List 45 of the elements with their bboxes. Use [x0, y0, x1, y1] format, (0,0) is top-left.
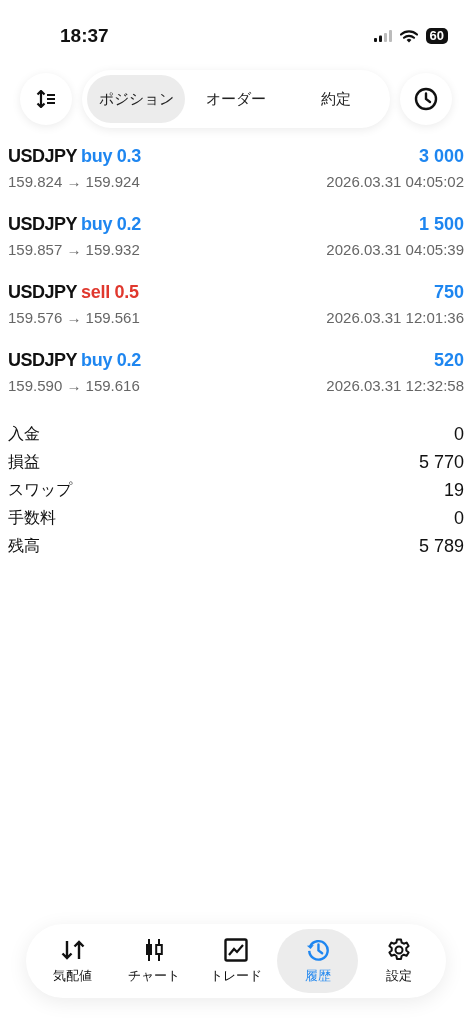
- price-range: 159.576 → 159.561: [8, 309, 140, 326]
- tab[interactable]: 約定: [287, 75, 385, 123]
- symbol: USDJPY: [8, 282, 78, 303]
- summary-value: 5 770: [418, 451, 464, 473]
- wifi-icon: [399, 29, 418, 43]
- price-range: 159.857 → 159.932: [8, 241, 140, 258]
- summary-value: 0: [454, 507, 464, 529]
- summary-label: スワップ: [8, 479, 72, 501]
- trade-direction: buy 0.2: [81, 350, 141, 371]
- nav-tab[interactable]: 気配値: [32, 929, 114, 993]
- summary-value: 19: [443, 479, 464, 501]
- trade-time: 2026.03.31 04:05:39: [326, 241, 464, 258]
- sort-icon: [36, 90, 56, 108]
- trade-direction: buy 0.2: [81, 214, 141, 235]
- status-time: 18:37: [60, 25, 109, 47]
- summary-label: 損益: [8, 451, 40, 473]
- symbol: USDJPY: [8, 146, 78, 167]
- line-chart-icon: [223, 937, 249, 962]
- battery-level: 60: [425, 28, 448, 44]
- profit: 3 000: [418, 146, 464, 167]
- trade-time: 2026.03.31 12:01:36: [326, 309, 464, 326]
- summary-value: 0: [454, 423, 464, 445]
- price-range: 159.590 → 159.616: [8, 377, 140, 394]
- profit: 1 500: [418, 214, 464, 235]
- nav-tab[interactable]: 設定: [358, 929, 440, 993]
- price-range: 159.824 → 159.924: [8, 173, 140, 190]
- tab[interactable]: ポジション: [87, 75, 185, 123]
- profit: 750: [433, 282, 464, 303]
- summary-label: 残高: [8, 535, 40, 557]
- trade-time: 2026.03.31 12:32:58: [326, 377, 464, 394]
- clock-icon: [414, 87, 438, 111]
- symbol: USDJPY: [8, 214, 78, 235]
- profit: 520: [433, 350, 464, 371]
- signal-icon: [373, 30, 392, 42]
- summary-label: 手数料: [8, 507, 56, 529]
- gear-icon: [386, 937, 413, 962]
- trade-direction: sell 0.5: [81, 282, 139, 303]
- trade-time: 2026.03.31 04:05:02: [326, 173, 464, 190]
- nav-tab[interactable]: トレード: [195, 929, 277, 993]
- trade-direction: buy 0.3: [81, 146, 141, 167]
- nav-tab[interactable]: チャート: [113, 929, 196, 993]
- summary-label: 入金: [8, 423, 40, 445]
- summary-value: 5 789: [418, 535, 464, 557]
- symbol: USDJPY: [8, 350, 78, 371]
- tab[interactable]: オーダー: [187, 75, 285, 123]
